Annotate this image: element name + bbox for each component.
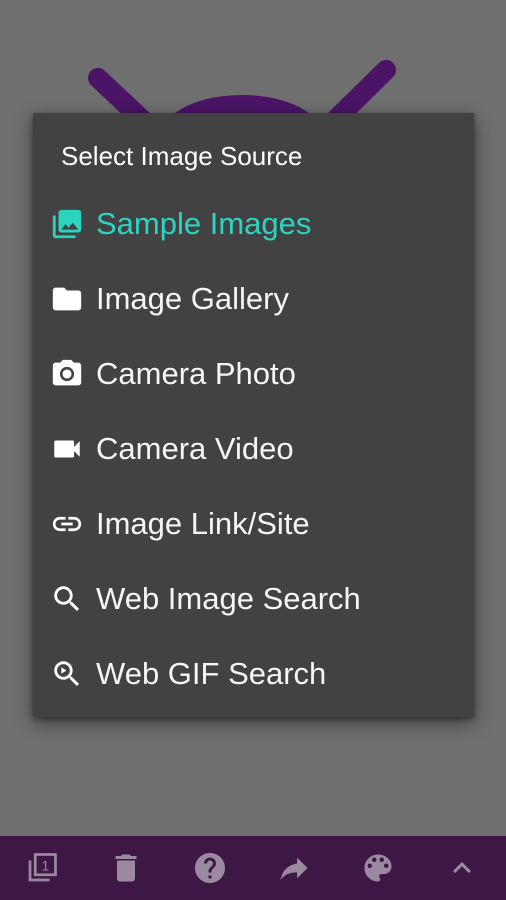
menu-item-camera-photo[interactable]: Camera Photo [33,336,474,411]
menu-item-label: Sample Images [96,205,312,241]
menu-item-label: Camera Photo [96,355,296,391]
layers-badge: 1 [42,859,50,874]
share-button[interactable] [274,848,314,888]
menu-item-label: Web Image Search [96,580,361,616]
menu-item-web-gif-search[interactable]: Web GIF Search [33,636,474,711]
camera-icon [50,357,84,391]
gif-search-icon [50,657,84,691]
menu-title: Select Image Source [61,141,303,171]
chevron-up-icon [444,850,480,886]
share-icon [276,850,312,886]
layers-button[interactable]: 1 [22,848,62,888]
delete-icon [108,850,144,886]
menu-item-sample-images[interactable]: Sample Images [33,186,474,261]
image-icon [50,207,84,241]
bottom-toolbar: 1 [0,836,506,900]
layers-icon: 1 [24,850,60,886]
search-icon [50,582,84,616]
delete-button[interactable] [106,848,146,888]
menu-item-label: Camera Video [96,430,294,466]
menu-item-web-image-search[interactable]: Web Image Search [33,561,474,636]
help-button[interactable] [190,848,230,888]
folder-icon [50,282,84,316]
link-icon [50,507,84,541]
image-source-menu: Select Image Source Sample Images Image … [33,113,474,717]
palette-button[interactable] [358,848,398,888]
menu-item-image-gallery[interactable]: Image Gallery [33,261,474,336]
menu-item-image-link-site[interactable]: Image Link/Site [33,486,474,561]
menu-item-label: Web GIF Search [96,655,327,691]
menu-item-label: Image Gallery [96,280,289,316]
videocam-icon [50,432,84,466]
menu-item-camera-video[interactable]: Camera Video [33,411,474,486]
help-icon [192,850,228,886]
expand-button[interactable] [442,848,482,888]
menu-item-label: Image Link/Site [96,505,310,541]
palette-icon [360,850,396,886]
